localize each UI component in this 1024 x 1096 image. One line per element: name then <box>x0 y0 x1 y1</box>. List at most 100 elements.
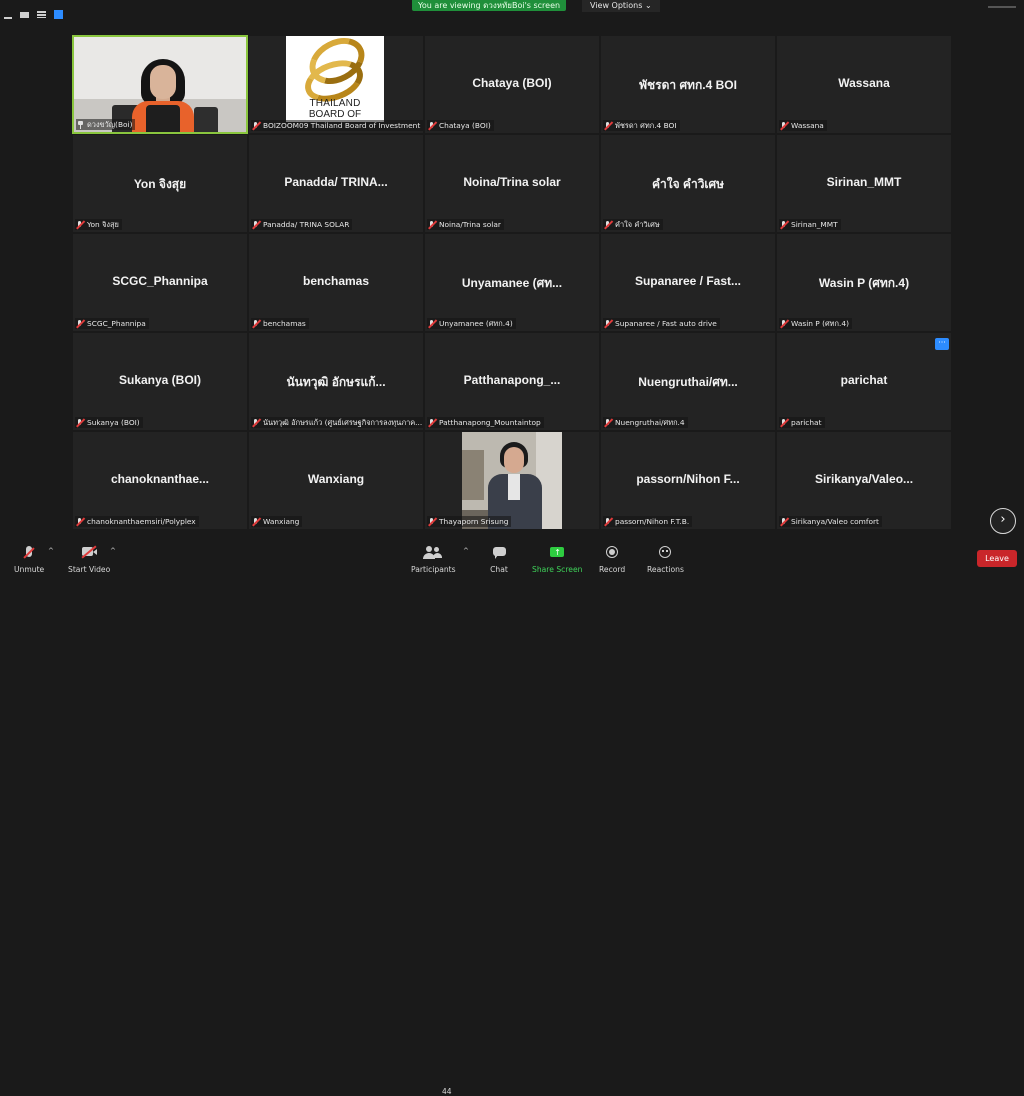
participant-tile[interactable]: Sirinan_MMT Sirinan_MMT <box>776 134 952 233</box>
participant-tile[interactable]: Sirikanya/Valeo... Sirikanya/Valeo comfor… <box>776 431 952 530</box>
mic-muted-icon <box>780 120 789 130</box>
participant-tile[interactable]: chanoknanthae... chanoknanthaemsiri/Polyp… <box>72 431 248 530</box>
mic-muted-icon <box>780 516 789 526</box>
participant-tile[interactable]: นันทวุฒิ อักษรแก้... นันทวุฒิ อักษรแก้ว (… <box>248 332 424 431</box>
participant-name-label: Wanxiang <box>251 516 303 527</box>
participant-display-name: chanoknanthae... <box>110 472 210 486</box>
participant-tile[interactable]: คำใจ คำวิเศษ คำใจ คำวิเศษ <box>600 134 776 233</box>
mic-muted-icon <box>780 417 789 427</box>
top-bar: You are viewing ดวงหทัยBoi's screen View… <box>0 0 1024 28</box>
participant-name-label: BOIZOOM09 Thailand Board of Investment <box>251 120 423 131</box>
participant-display-name: SCGC_Phannipa <box>112 274 208 288</box>
participant-display-name: พัชรดา ศทก.4 BOI <box>639 78 737 92</box>
participants-caret-icon[interactable]: ^ <box>463 547 469 555</box>
participant-display-name: นันทวุฒิ อักษรแก้... <box>286 375 386 389</box>
participant-display-name: Sirinan_MMT <box>826 175 902 189</box>
participant-display-name: Chataya (BOI) <box>472 76 552 90</box>
participant-tile[interactable]: SCGC_Phannipa SCGC_Phannipa <box>72 233 248 332</box>
participant-name-label: พัชรดา ศทก.4 BOI <box>603 120 680 131</box>
participant-tile[interactable]: THAILAND BOARD OF BOIZOOM09 Thailand Board… <box>248 35 424 134</box>
next-page-button[interactable]: › <box>990 508 1016 534</box>
participant-tile[interactable]: parichat parichat <box>776 332 952 431</box>
mic-muted-icon <box>76 417 85 427</box>
more-options-button[interactable]: ··· <box>935 338 949 350</box>
participants-button[interactable]: Participants <box>411 543 456 574</box>
logo-text-line1: THAILAND <box>309 98 361 109</box>
participant-tile[interactable]: Wasin P (ศทก.4) Wasin P (ศทก.4) <box>776 233 952 332</box>
leave-button[interactable]: Leave <box>977 550 1017 567</box>
mic-muted-icon <box>252 120 261 130</box>
video-caret-icon[interactable]: ^ <box>110 547 116 555</box>
participant-tile[interactable]: Patthanapong_... Patthanapong_Mountaintop <box>424 332 600 431</box>
mic-muted-icon <box>604 516 613 526</box>
video-off-icon <box>76 543 102 563</box>
mic-muted-icon <box>428 120 437 130</box>
participants-icon <box>420 543 446 563</box>
participant-tile[interactable]: passorn/Nihon F... passorn/Nihon F.T.B. <box>600 431 776 530</box>
participant-tile[interactable]: Panadda/ TRINA... Panadda/ TRINA SOLAR <box>248 134 424 233</box>
participant-tile[interactable]: พัชรดา ศทก.4 BOI พัชรดา ศทก.4 BOI <box>600 35 776 134</box>
participant-display-name: benchamas <box>302 274 370 288</box>
participant-name: Panadda/ TRINA SOLAR <box>263 220 350 229</box>
participant-name: Noina/Trina solar <box>439 220 501 229</box>
participant-tile[interactable]: Yon จิงสุย Yon จิงสุย <box>72 134 248 233</box>
participant-name-label: ดวงขวัญ(Boi) <box>76 119 136 130</box>
meeting-toolbar: Unmute ^ Start Video ^ Participants 44 ^… <box>0 541 1024 1096</box>
participant-name-label: Wassana <box>779 120 827 131</box>
chat-button[interactable]: Chat <box>486 543 512 574</box>
window-controls <box>4 10 63 19</box>
participant-name: นันทวุฒิ อักษรแก้ว (ศูนย์เศรษฐกิจการลงทุ… <box>263 417 423 427</box>
participant-tile[interactable]: Unyamanee (ศท... Unyamanee (ศทก.4) <box>424 233 600 332</box>
participant-name-label: Noina/Trina solar <box>427 219 504 230</box>
participant-name: พัชรดา ศทก.4 BOI <box>615 120 677 130</box>
start-video-label: Start Video <box>68 565 111 574</box>
participant-display-name: Supanaree / Fast... <box>634 274 742 288</box>
participant-tile[interactable]: Noina/Trina solar Noina/Trina solar <box>424 134 600 233</box>
participant-name-label: Sirikanya/Valeo comfort <box>779 516 882 527</box>
participant-name-label: benchamas <box>251 318 309 329</box>
reactions-button[interactable]: Reactions <box>647 543 684 574</box>
participant-name: คำใจ คำวิเศษ <box>615 219 660 229</box>
gallery-view-icon[interactable] <box>54 10 63 19</box>
unmute-label: Unmute <box>14 565 45 574</box>
participant-tile[interactable]: Sukanya (BOI) Sukanya (BOI) <box>72 332 248 431</box>
participant-tile[interactable]: Thayaporn Srisung <box>424 431 600 530</box>
mic-muted-icon <box>252 417 261 427</box>
participant-name: ดวงขวัญ(Boi) <box>87 119 133 129</box>
participant-display-name: Patthanapong_... <box>463 373 561 387</box>
mic-muted-icon <box>780 318 789 328</box>
screen-share-banner: You are viewing ดวงหทัยBoi's screen <box>412 0 567 11</box>
participant-tile[interactable]: Supanaree / Fast... Supanaree / Fast auto… <box>600 233 776 332</box>
participant-tile[interactable]: Wassana Wassana <box>776 35 952 134</box>
view-options-button[interactable]: View Options ⌄ <box>582 0 660 12</box>
logo-text-line2: BOARD OF <box>308 109 362 120</box>
unmute-button[interactable]: Unmute <box>14 543 44 574</box>
share-screen-button[interactable]: ↑ Share Screen <box>532 543 582 574</box>
participant-display-name: Sirikanya/Valeo... <box>814 472 914 486</box>
participant-tile[interactable]: benchamas benchamas <box>248 233 424 332</box>
participant-name-label: Sukanya (BOI) <box>75 417 143 428</box>
mic-muted-icon <box>604 318 613 328</box>
start-video-button[interactable]: Start Video <box>68 543 110 574</box>
participant-video <box>74 37 246 132</box>
participant-display-name: Wassana <box>838 76 890 90</box>
participant-name: Wassana <box>791 121 824 130</box>
minimize-icon[interactable] <box>4 16 12 19</box>
participant-tile[interactable]: Wanxiang Wanxiang <box>248 431 424 530</box>
restore-icon[interactable] <box>20 11 29 18</box>
layout-icon[interactable] <box>37 11 46 18</box>
reactions-label: Reactions <box>647 565 684 574</box>
view-options-label: View Options <box>590 1 643 10</box>
participant-tile[interactable]: Chataya (BOI) Chataya (BOI) <box>424 35 600 134</box>
participant-display-name: Unyamanee (ศท... <box>461 276 563 290</box>
record-icon <box>599 543 625 563</box>
participant-tile[interactable]: Nuengruthai/ศท... Nuengruthai/ศทก.4 <box>600 332 776 431</box>
mic-muted-icon <box>604 120 613 130</box>
audio-caret-icon[interactable]: ^ <box>48 547 54 555</box>
mic-muted-icon <box>604 219 613 229</box>
record-button[interactable]: Record <box>599 543 625 574</box>
participant-name-label: Yon จิงสุย <box>75 219 122 230</box>
reactions-icon <box>652 543 678 563</box>
chat-icon <box>486 543 512 563</box>
participant-tile[interactable]: ดวงขวัญ(Boi) <box>72 35 248 134</box>
